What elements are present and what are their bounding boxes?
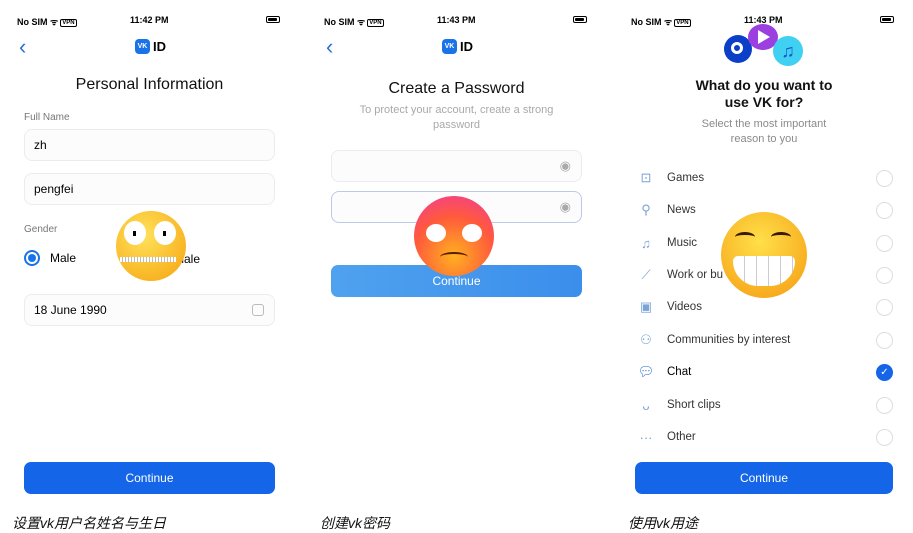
full-name-label: Full Name (24, 112, 70, 123)
chat-icon: 💬︎ (637, 364, 655, 379)
caption: 使用vk用途 (628, 515, 698, 531)
option-short-clips[interactable]: ᴗ Short clips (635, 390, 893, 420)
calendar-icon (252, 304, 264, 316)
gender-male-radio[interactable]: Male (24, 250, 76, 266)
play-icon: ▣ (639, 299, 653, 314)
search-icon: ⚲ (641, 202, 651, 217)
vk-id-logo: VK ID (442, 39, 473, 54)
page-title: Personal Information (75, 76, 224, 93)
zipper-mouth-emoji-sticker (116, 211, 186, 281)
battery-icon (880, 16, 894, 23)
status-carrier: No SIM ᯤ VPN (17, 17, 77, 27)
checkmark-icon[interactable]: ✓ (876, 363, 893, 381)
option-communities[interactable]: ⚇ Communities by interest (635, 325, 893, 355)
status-time: 11:42 PM (130, 15, 169, 25)
option-other[interactable]: ··· Other (635, 422, 893, 452)
grinning-face-emoji-sticker (721, 212, 807, 298)
last-name-input[interactable]: pengfei (24, 173, 275, 205)
gamepad-icon: ⊡ (640, 170, 652, 185)
continue-button[interactable]: Continue (635, 462, 893, 494)
continue-button[interactable]: Continue (24, 462, 275, 494)
page-title: Create a Password (388, 80, 525, 97)
battery-icon (266, 16, 280, 23)
people-icon: ⚇ (640, 332, 652, 347)
status-carrier: No SIM ᯤ VPN (324, 17, 384, 27)
dots-icon: ··· (639, 429, 653, 445)
back-button[interactable]: ‹ (326, 36, 333, 58)
angry-face-emoji-sticker (414, 196, 494, 276)
clips-icon: ᴗ (642, 397, 650, 413)
caption: 创建vk密码 (320, 515, 390, 531)
status-carrier: No SIM ᯤ VPN (631, 17, 691, 27)
birthdate-input[interactable]: 18 June 1990 (24, 294, 275, 326)
option-chat[interactable]: 💬︎ Chat ✓ (635, 357, 893, 387)
page-subtitle: To protect your account, create a strong… (359, 104, 554, 131)
battery-icon (573, 16, 587, 23)
page-subtitle: Select the most important reason to you (701, 118, 827, 145)
music-bubble-icon: ♫ (773, 36, 803, 66)
gender-label: Gender (24, 224, 58, 235)
first-name-input[interactable]: zh (24, 129, 275, 161)
status-time: 11:43 PM (437, 15, 476, 25)
option-games[interactable]: ⊡ Games (635, 163, 893, 193)
eye-icon[interactable]: ◉ (560, 199, 571, 215)
vk-id-logo: VK ID (135, 39, 166, 54)
chart-line-icon: ⟋ (641, 267, 651, 282)
caption: 设置vk用户名姓名与生日 (12, 515, 166, 531)
music-note-icon: ♫ (641, 235, 651, 251)
eye-icon[interactable]: ◉ (560, 158, 571, 174)
back-button[interactable]: ‹ (19, 36, 26, 58)
page-title: What do you want to use VK for? (695, 77, 833, 110)
password-input[interactable]: ◉ (331, 150, 582, 182)
